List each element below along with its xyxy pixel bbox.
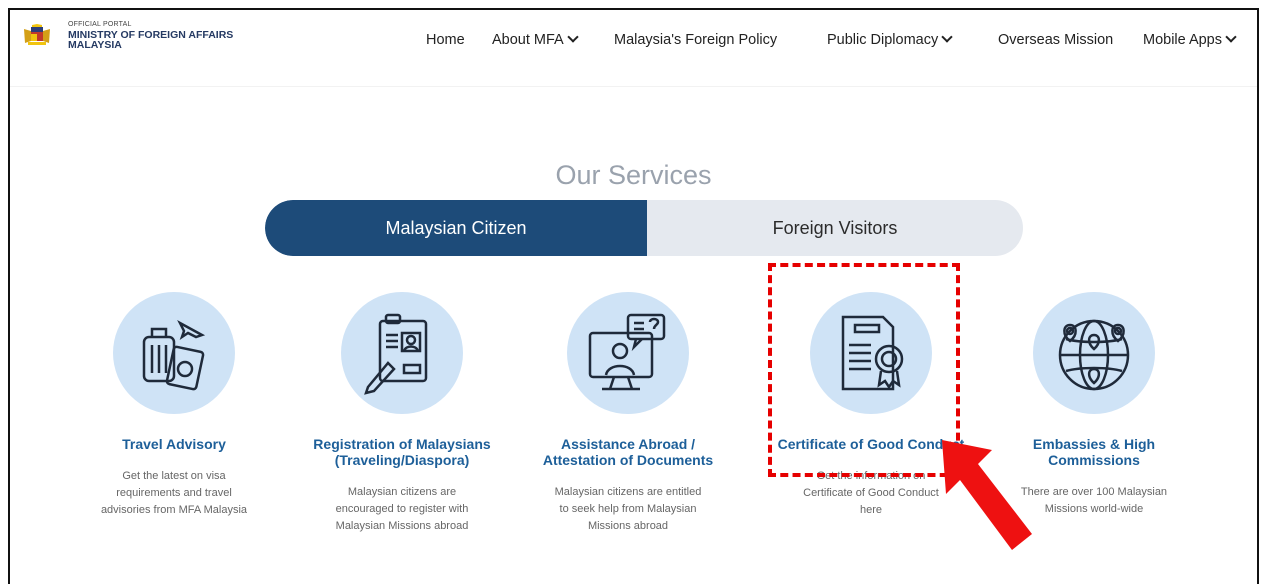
assistance-monitor-icon: [588, 313, 666, 391]
service-registration[interactable]: Registration of Malaysians (Traveling/Di…: [297, 292, 507, 535]
section-title: Our Services: [555, 160, 712, 190]
nav-home[interactable]: Home: [426, 32, 465, 48]
nav-foreign-policy[interactable]: Malaysia's Foreign Policy: [614, 32, 777, 48]
nav-foreign-policy-label: Malaysia's Foreign Policy: [614, 32, 778, 48]
tab-malaysian-citizen[interactable]: Malaysian Citizen: [265, 200, 647, 256]
globe-pins-icon: [1058, 319, 1130, 391]
audience-toggle: Malaysian Citizen Foreign Visitors: [265, 200, 1023, 256]
service-title[interactable]: Assistance Abroad / Attestation of Docum…: [523, 436, 733, 468]
nav-about-mfa-label: About MFA: [492, 32, 564, 48]
service-description: Get the latest on visa requirements and …: [100, 470, 248, 516]
service-description: Malaysian citizens are entitled to seek …: [554, 486, 702, 532]
nav-public-diplomacy[interactable]: Public Diplomacy: [827, 31, 953, 48]
service-icon-circle: [113, 292, 235, 414]
chevron-down-icon: [567, 31, 579, 43]
service-icon-circle: [341, 292, 463, 414]
header: OFFICIAL PORTAL MINISTRY OF FOREIGN AFFA…: [10, 10, 1257, 87]
registration-card-icon: [364, 313, 428, 395]
chevron-down-icon: [941, 31, 953, 43]
luggage-passport-icon: [142, 319, 206, 391]
nav-mobile-apps[interactable]: Mobile Apps: [1143, 31, 1237, 48]
service-description: Malaysian citizens are encouraged to reg…: [335, 486, 469, 532]
nav-home-label: Home: [426, 32, 465, 48]
nav-overseas-mission[interactable]: Overseas Mission: [998, 32, 1113, 48]
service-icon-circle: [567, 292, 689, 414]
chevron-down-icon: [1225, 31, 1237, 43]
service-travel-advisory[interactable]: Travel Advisory Get the latest on visa r…: [69, 292, 279, 519]
nav-public-diplomacy-label: Public Diplomacy: [827, 32, 939, 48]
nav-overseas-mission-label: Overseas Mission: [998, 32, 1114, 48]
nav-about-mfa[interactable]: About MFA: [492, 31, 579, 48]
page-frame: OFFICIAL PORTAL MINISTRY OF FOREIGN AFFA…: [8, 8, 1259, 584]
tab-foreign-visitors[interactable]: Foreign Visitors: [647, 200, 1023, 256]
service-title[interactable]: Travel Advisory: [69, 436, 279, 452]
service-assistance-abroad[interactable]: Assistance Abroad / Attestation of Docum…: [523, 292, 733, 535]
arrow-icon: [942, 440, 1032, 550]
service-icon-circle: [1033, 292, 1155, 414]
main-nav: Home About MFA Malaysia's Foreign Policy…: [10, 31, 1257, 52]
nav-mobile-apps-label: Mobile Apps: [1143, 32, 1222, 48]
service-title[interactable]: Registration of Malaysians (Traveling/Di…: [297, 436, 507, 468]
